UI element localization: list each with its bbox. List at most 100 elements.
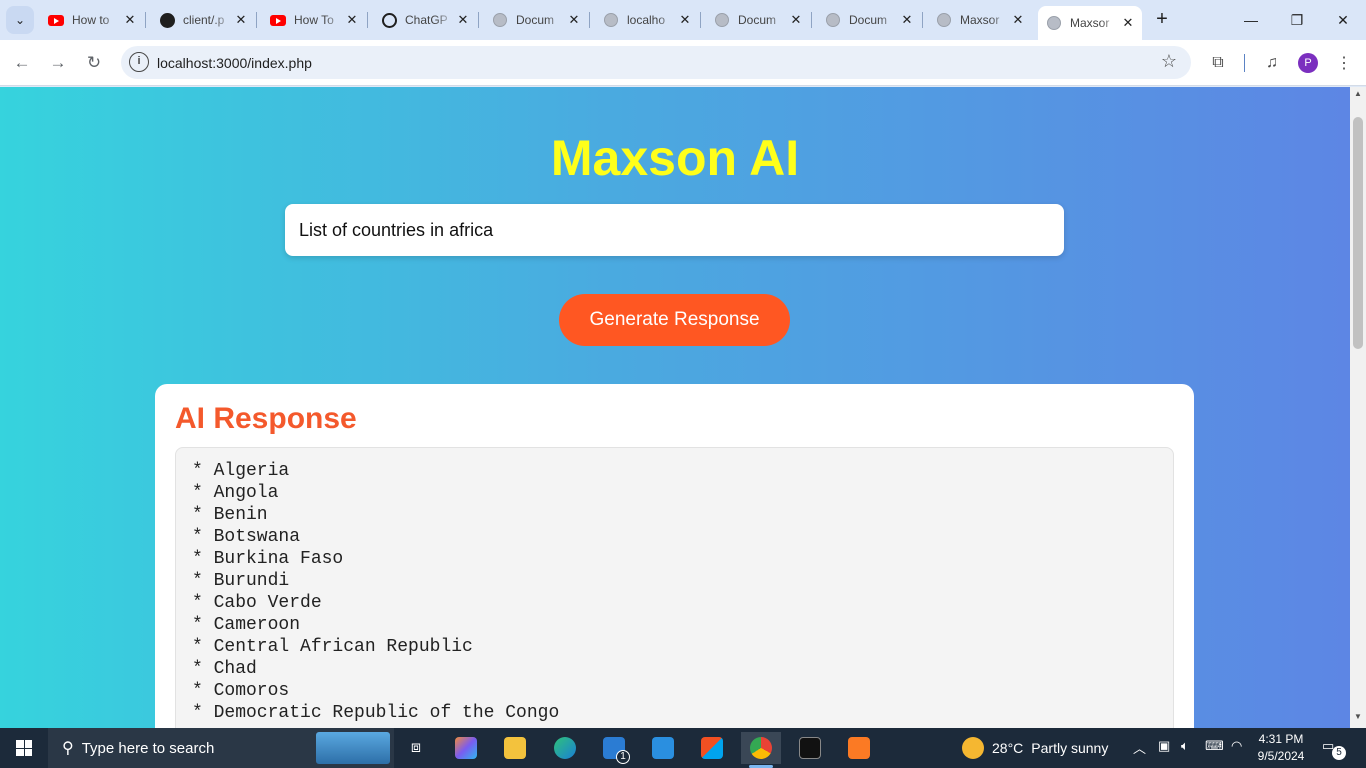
close-icon[interactable]: ✕: [788, 12, 804, 28]
page-viewport: Maxson AI Generate Response AI Response …: [0, 87, 1350, 728]
github-icon: [159, 12, 175, 28]
close-icon[interactable]: ✕: [1120, 15, 1136, 31]
edge-button[interactable]: [545, 732, 585, 764]
list-item: * Benin: [192, 505, 268, 525]
tab-title: How to: [72, 13, 110, 27]
tab-5[interactable]: localho ✕: [595, 8, 701, 32]
globe-icon: [603, 12, 619, 28]
xampp-button[interactable]: [839, 732, 879, 764]
close-icon[interactable]: ✕: [677, 12, 693, 28]
globe-icon: [1046, 15, 1062, 31]
clock-time: 4:31 PM: [1258, 732, 1304, 746]
edge-icon: [554, 737, 576, 759]
tab-1[interactable]: client/.p ✕: [151, 8, 257, 32]
reload-button[interactable]: ↻: [79, 48, 109, 78]
scroll-down-arrow-icon[interactable]: ▼: [1350, 712, 1366, 726]
input-method-icon[interactable]: ⌨︎: [1205, 738, 1224, 754]
tab-8[interactable]: Maxsor ✕: [928, 8, 1032, 32]
globe-icon: [492, 12, 508, 28]
close-icon[interactable]: ✕: [1010, 12, 1026, 28]
site-info-icon[interactable]: i: [129, 52, 149, 72]
task-view-button[interactable]: ⧈: [396, 732, 436, 764]
tab-9-active[interactable]: Maxsor ✕: [1038, 6, 1142, 40]
close-icon[interactable]: ✕: [899, 12, 915, 28]
bookmark-star-icon[interactable]: ☆: [1161, 51, 1177, 72]
tab-title: Docum: [516, 13, 555, 27]
xampp-icon: [848, 737, 870, 759]
menu-dots-icon[interactable]: ⋮: [1333, 52, 1355, 74]
tab-7[interactable]: Docum ✕: [817, 8, 923, 32]
list-item: * Burundi: [192, 571, 290, 591]
volume-icon[interactable]: 🔈︎: [1181, 738, 1189, 754]
weather-condition: Partly sunny: [1031, 740, 1109, 756]
notification-count: 5: [1332, 746, 1346, 760]
wifi-icon[interactable]: ◠: [1231, 738, 1242, 754]
tab-3[interactable]: ChatGP ✕: [373, 8, 479, 32]
tab-strip: ⌄ How to ✕ client/.p ✕ How To ✕ ChatGP ✕…: [0, 0, 1366, 40]
close-icon[interactable]: ✕: [233, 12, 249, 28]
scroll-up-arrow-icon[interactable]: ▲: [1350, 89, 1366, 103]
chrome-button[interactable]: [741, 732, 781, 768]
list-item: * Burkina Faso: [192, 549, 344, 569]
close-icon[interactable]: ✕: [455, 12, 471, 28]
address-bar[interactable]: i localhost:3000/index.php ☆: [121, 46, 1191, 79]
terminal-icon: [799, 737, 821, 759]
globe-icon: [714, 12, 730, 28]
response-output: * Algeria * Angola * Benin * Botswana * …: [175, 447, 1174, 728]
weather-temp: 28°C: [992, 740, 1024, 756]
url-text: localhost:3000/index.php: [157, 55, 312, 71]
folder-icon: [504, 737, 526, 759]
tab-0[interactable]: How to ✕: [40, 8, 146, 32]
list-item: * Comoros: [192, 681, 290, 701]
tab-4[interactable]: Docum ✕: [484, 8, 590, 32]
list-item: * Cabo Verde: [192, 593, 322, 613]
tab-title: Docum: [849, 13, 888, 27]
file-explorer-button[interactable]: [495, 732, 535, 764]
terminal-button[interactable]: [790, 732, 830, 764]
back-button[interactable]: ←: [7, 48, 37, 78]
prompt-input[interactable]: [285, 204, 1064, 256]
list-item: * Cameroon: [192, 615, 301, 635]
show-hidden-icons-icon[interactable]: ︿: [1133, 738, 1146, 757]
task-view-icon: ⧈: [410, 739, 422, 756]
scrollbar-thumb[interactable]: [1353, 117, 1363, 349]
extensions-icon[interactable]: ⧉: [1207, 52, 1229, 74]
forward-button[interactable]: →: [43, 48, 73, 78]
store-button[interactable]: [692, 732, 732, 764]
start-button[interactable]: [0, 728, 48, 768]
page-scrollbar[interactable]: ▲ ▼: [1350, 87, 1366, 728]
search-placeholder: Type here to search: [81, 739, 215, 757]
notification-center-button[interactable]: ▭ 5: [1322, 738, 1346, 760]
tab-search-button[interactable]: ⌄: [6, 6, 34, 34]
vscode-button[interactable]: [643, 732, 683, 764]
system-clock[interactable]: 4:31 PM 9/5/2024: [1252, 731, 1310, 765]
toolbar-divider: [1244, 54, 1245, 72]
prompt-input-wrapper: [285, 204, 1064, 256]
close-icon[interactable]: ✕: [122, 12, 138, 28]
weather-widget[interactable]: 28°C Partly sunny: [962, 728, 1108, 768]
minimize-button[interactable]: —: [1228, 0, 1274, 40]
media-control-icon[interactable]: ♫: [1261, 52, 1283, 74]
close-icon[interactable]: ✕: [566, 12, 582, 28]
close-window-button[interactable]: ✕: [1320, 0, 1366, 40]
tab-2[interactable]: How To ✕: [262, 8, 368, 32]
meet-now-icon[interactable]: ▣: [1158, 738, 1170, 754]
mail-button[interactable]: 1: [594, 732, 634, 764]
restore-button[interactable]: ❐: [1274, 0, 1320, 40]
globe-icon: [936, 12, 952, 28]
tab-title: Maxsor: [1070, 16, 1110, 30]
generate-response-button[interactable]: Generate Response: [559, 294, 790, 346]
chrome-icon: [750, 737, 772, 759]
profile-avatar[interactable]: P: [1298, 53, 1318, 73]
tab-title: client/.p: [183, 13, 225, 27]
tab-6[interactable]: Docum ✕: [706, 8, 812, 32]
new-tab-button[interactable]: +: [1150, 8, 1174, 32]
list-item: * Botswana: [192, 527, 301, 547]
clock-date: 9/5/2024: [1257, 749, 1305, 763]
chatgpt-icon: [381, 12, 397, 28]
search-icon: ⚲: [62, 740, 74, 757]
taskbar-search[interactable]: ⚲ Type here to search: [48, 728, 394, 768]
close-icon[interactable]: ✕: [344, 12, 360, 28]
copilot-button[interactable]: [446, 732, 486, 764]
reload-icon: ↻: [86, 53, 102, 72]
